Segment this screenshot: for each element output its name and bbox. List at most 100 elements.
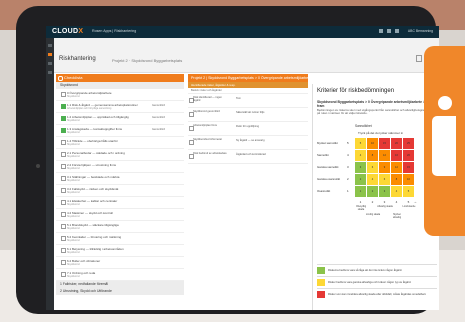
checklist-item[interactable]: 1.3 Anslagstavla — kontaktuppgifter finn… [56, 125, 184, 137]
matrix-cell[interactable]: 3 [379, 186, 390, 197]
legend-row: Risker som kan innebära allvarlig skada … [317, 288, 437, 300]
risk-row[interactable]: Risk bedömd av arbetsledare Åtgärdad och … [188, 150, 308, 164]
legend-swatch [317, 267, 325, 274]
notification-icon[interactable] [379, 29, 383, 33]
risk-description: Risk bedömd av arbetsledare [193, 152, 227, 155]
top-bar: CLOUDX Rosen Apps | Riskhantering ABC Be… [46, 26, 439, 38]
checklist-section[interactable]: 1 Fallrisker, nedfallande föremål [56, 281, 184, 288]
matrix-cell[interactable]: 16 [391, 150, 402, 161]
risk-list-panel: Projekt 2 | Skyddsrond Byggarbetsplats >… [188, 74, 308, 310]
matrix-row-label: Sannolikt [317, 153, 329, 157]
matrix-cell[interactable]: 8 [367, 150, 378, 161]
checklist-item[interactable]: 4.2 Maskiner — skydd och kontroll Skyddsr… [56, 209, 184, 221]
risk-description: Skyddsrond genomförd [193, 110, 220, 113]
checklist-item[interactable]: 4.1 Elsäkerhet — kablar och centraler Sky… [56, 197, 184, 209]
matrix-cell[interactable]: 6 [367, 162, 378, 173]
matrix-cell[interactable]: 10 [367, 138, 378, 149]
matrix-cell[interactable]: 2 [367, 186, 378, 197]
matrix-cell[interactable]: 2 [355, 174, 366, 185]
checklist-section[interactable]: Skyddsrond [56, 82, 184, 89]
app-logo[interactable]: CLOUDX [52, 28, 83, 35]
matrix-cell[interactable]: 4 [391, 186, 402, 197]
checkbox[interactable] [61, 248, 66, 253]
matrix-row-label: Osannolikt [317, 189, 331, 193]
matrix-cell[interactable]: 5 [355, 138, 366, 149]
checklist-item-sub: Skyddsrond [67, 167, 80, 170]
checklist-section[interactable]: 2 Utrustning, Skydd och Utförande [56, 288, 184, 295]
matrix-cell[interactable]: 4 [367, 174, 378, 185]
checklist-item[interactable]: 1.1 Risk & åtgärd — gemensamma arbetspla… [56, 101, 184, 113]
matrix-cell[interactable]: 9 [379, 162, 390, 173]
checklist-item[interactable]: 2.1 Personalbodar — städade och i ordnin… [56, 149, 184, 161]
matrix-cell[interactable]: 20 [403, 150, 414, 161]
checklist-item[interactable]: 0 Övergripande arbetsmiljöarbete Skyddsro… [56, 89, 184, 101]
settings-icon[interactable] [395, 29, 399, 33]
matrix-cell[interactable]: 8 [391, 174, 402, 185]
matrix-cell[interactable]: 6 [379, 174, 390, 185]
page-title: Riskhantering [59, 56, 96, 62]
checkbox[interactable] [61, 164, 66, 169]
checklist-item[interactable]: 6.1 Belysning — tillräcklig i arbetsområ… [56, 245, 184, 257]
breadcrumb[interactable]: Projekt 2 · Skyddsrond Byggarbetsplats [112, 58, 182, 63]
matrix-cell[interactable]: 15 [403, 162, 414, 173]
matrix-cell[interactable]: 12 [391, 162, 402, 173]
tablet-camera [36, 164, 40, 168]
matrix-cell[interactable]: 1 [355, 186, 366, 197]
checkbox[interactable] [61, 260, 66, 265]
checkbox[interactable] [61, 116, 66, 121]
nav-docs-icon[interactable] [48, 62, 52, 65]
checklist-item[interactable]: 5.1 Brandskydd — släckare tillgängliga Sk… [56, 221, 184, 233]
checklist-item[interactable]: 2.2 Första hjälpen — utrustning finns Sky… [56, 161, 184, 173]
help-icon[interactable] [387, 29, 391, 33]
user-icon [438, 96, 452, 110]
legend-text: Risker som kan innebära allvarlig skada … [328, 292, 427, 296]
risk-row[interactable]: Risk identifierad — ingen åtgärd Tom [188, 94, 308, 108]
checkbox[interactable] [61, 188, 66, 193]
risk-row[interactable]: Skyddsrond genomförd Säkerställ att rutin… [188, 108, 308, 122]
checkbox[interactable] [61, 200, 66, 205]
print-button[interactable] [416, 55, 422, 62]
matrix-cell[interactable]: 4 [355, 150, 366, 161]
matrix-cell[interactable]: 25 [403, 138, 414, 149]
checklist-header[interactable]: Checklista [56, 74, 184, 82]
checkbox[interactable] [61, 236, 66, 241]
risk-row[interactable]: Arbetsmiljöplan finns Rutin för uppföljni… [188, 122, 308, 136]
checklist-item-sub: Skyddsrond [67, 227, 80, 230]
checkbox[interactable] [61, 224, 66, 229]
checkbox[interactable] [61, 176, 66, 181]
checkbox[interactable] [61, 128, 66, 133]
matrix-instruction: Tryck på det du tycker stämmer in [358, 131, 404, 135]
risk-row[interactable]: Skyddsombud informerat Ny åtgärd — se ans… [188, 136, 308, 150]
nav-home-icon[interactable] [48, 44, 52, 47]
matrix-cell[interactable]: 20 [391, 138, 402, 149]
risk-legend: Riskerna bedöms vara så låga att det int… [317, 264, 437, 300]
checkbox[interactable] [61, 272, 66, 277]
user-menu[interactable]: ABC Bemanning [408, 29, 433, 33]
matrix-cell[interactable]: 15 [379, 138, 390, 149]
matrix-cell[interactable]: 3 [355, 162, 366, 173]
checklist-item-status: Genomförd [152, 115, 165, 119]
checklist-item-title: 1.1 Risk & åtgärd — gemensamma arbetspla… [67, 102, 138, 107]
checkbox[interactable] [61, 152, 66, 157]
matrix-col-number: 3 [383, 200, 386, 204]
checklist-item-title: 3.1 Ställningar — besiktade och märkta [67, 174, 120, 179]
risk-description: Risk identifierad — ingen åtgärd [193, 96, 222, 103]
matrix-cell[interactable]: 12 [379, 150, 390, 161]
checkbox[interactable] [61, 92, 66, 97]
matrix-cell[interactable]: 10 [403, 174, 414, 185]
risk-description: Arbetsmiljöplan finns [193, 124, 217, 127]
nav-risk-icon[interactable] [48, 53, 52, 56]
checklist-item[interactable]: 7.1 Ordning och reda Skyddsrond [56, 269, 184, 281]
checkbox[interactable] [61, 140, 66, 145]
matrix-cell[interactable]: 5 [403, 186, 414, 197]
matrix-col-label: Mycket allvarlig [392, 213, 402, 219]
checklist-item[interactable]: 1.2 Arbetsmiljöplan — upprättad och till… [56, 113, 184, 125]
checklist-item[interactable]: 6.2 Buller och vibrationer Skyddsrond [56, 257, 184, 269]
checkbox[interactable] [61, 104, 66, 109]
checklist-item[interactable]: 1.4 Tillträde — obehöriga hålls utanför S… [56, 137, 184, 149]
checkbox[interactable] [61, 212, 66, 217]
checklist-item[interactable]: 5.2 Kemikalier — förvaring och märkning S… [56, 233, 184, 245]
checklist-item[interactable]: 3.2 Fallskydd — räcken och skyddsnät Skyd… [56, 185, 184, 197]
nav-users-icon[interactable] [48, 71, 52, 74]
checklist-item[interactable]: 3.1 Ställningar — besiktade och märkta Sk… [56, 173, 184, 185]
